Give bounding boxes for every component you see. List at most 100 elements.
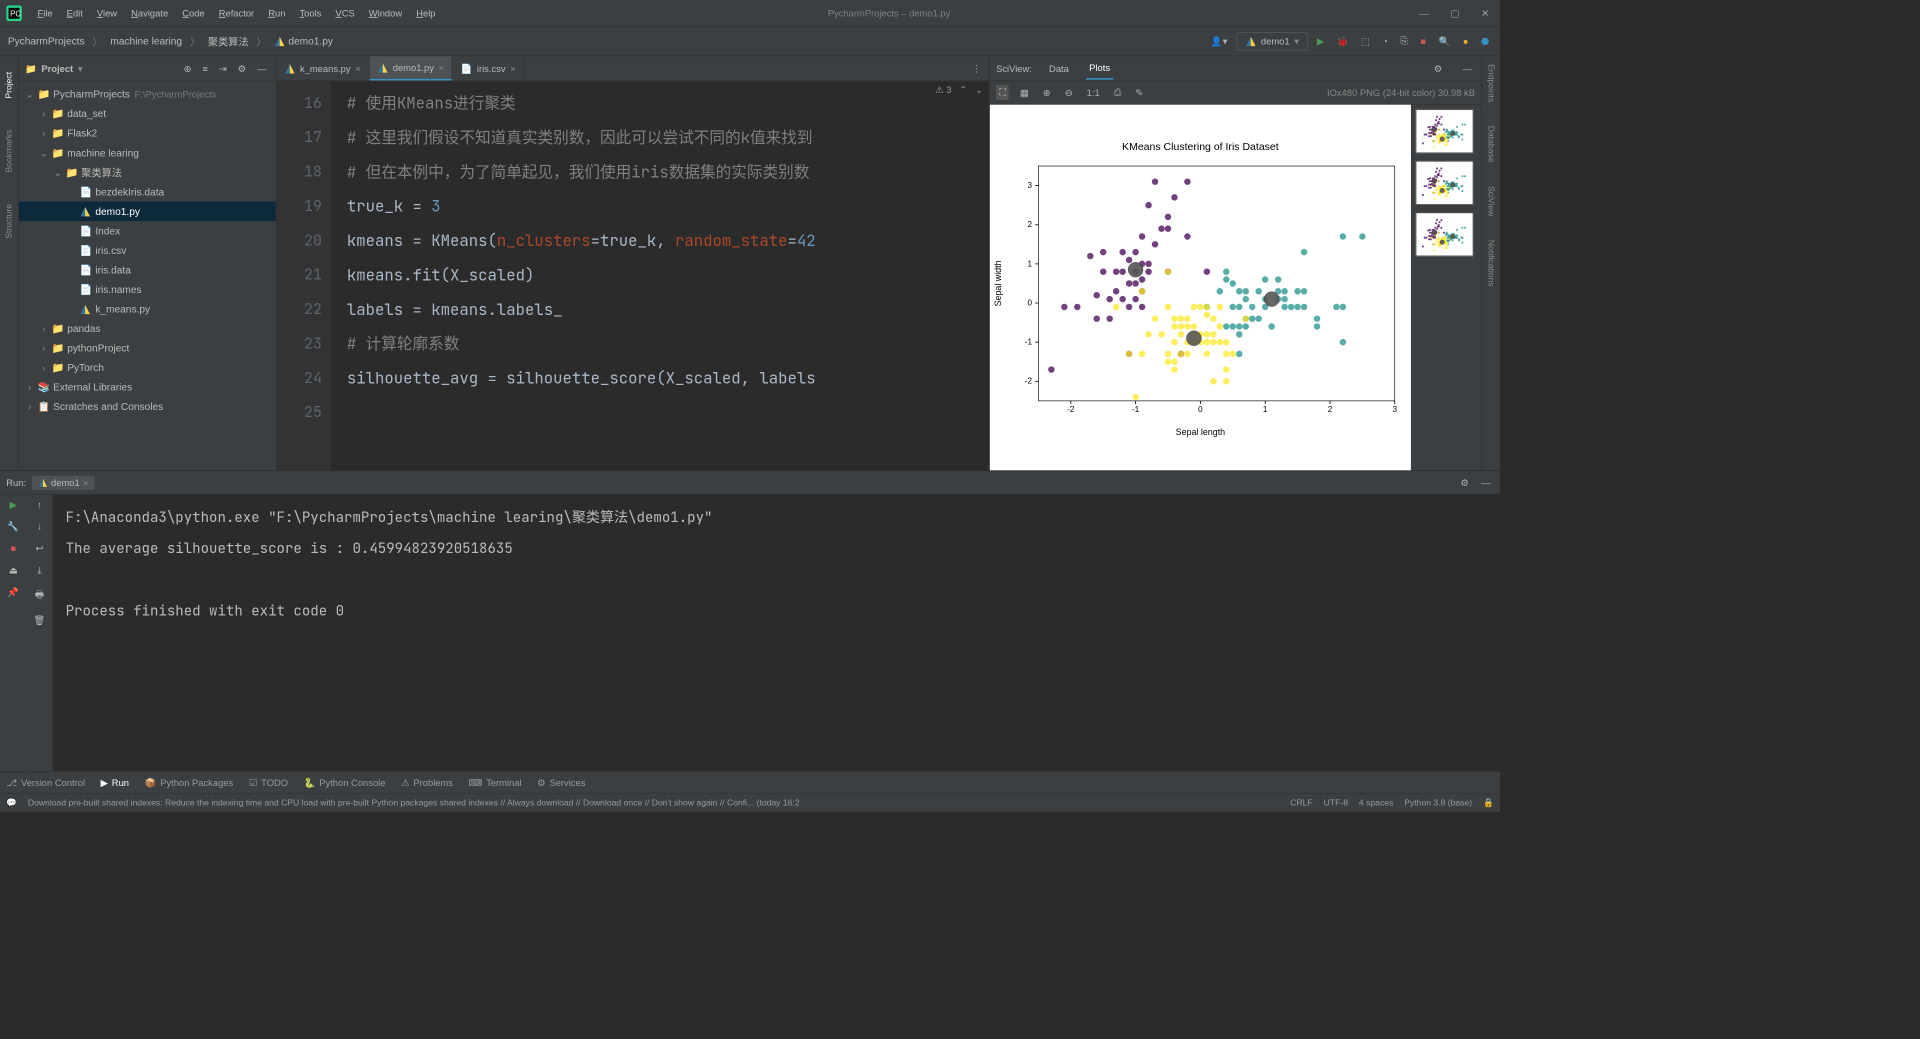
export-icon[interactable]: ⎙: [1111, 85, 1125, 100]
profile-icon[interactable]: ◔: [1379, 34, 1391, 48]
sciview-tab-plots[interactable]: Plots: [1086, 57, 1113, 79]
grid-icon[interactable]: ▦: [1017, 86, 1032, 100]
menu-code[interactable]: Code: [176, 4, 211, 21]
tree-node-External-Libraries[interactable]: ›📚External Libraries: [19, 377, 276, 397]
ide-hex-icon[interactable]: ⬣: [1478, 34, 1492, 48]
actual-size-icon[interactable]: 1:1: [1083, 86, 1102, 100]
menu-refactor[interactable]: Refactor: [212, 4, 260, 21]
fit-icon[interactable]: ⛶: [996, 85, 1009, 100]
hide-icon[interactable]: —: [1478, 475, 1494, 489]
lock-icon[interactable]: 🔒: [1483, 798, 1494, 808]
tree-node-iris-names[interactable]: 📄iris.names: [19, 280, 276, 300]
status-indent[interactable]: 4 spaces: [1359, 798, 1393, 807]
sciview-tab-data[interactable]: Data: [1046, 58, 1072, 78]
plot-thumbnail[interactable]: [1416, 213, 1474, 257]
status-crlf[interactable]: CRLF: [1290, 798, 1312, 807]
settings-icon[interactable]: ⚙: [235, 61, 250, 75]
locate-icon[interactable]: ⊕: [181, 61, 195, 75]
rerun-icon[interactable]: ▶: [10, 499, 17, 510]
coverage-icon[interactable]: ⬚: [1358, 34, 1373, 48]
exit-icon[interactable]: ⏏: [9, 565, 18, 576]
debug-button-icon[interactable]: 🐞: [1334, 34, 1352, 48]
clear-icon[interactable]: 🗑: [33, 615, 45, 626]
tree-node-Index[interactable]: 📄Index: [19, 221, 276, 241]
bottom-tab-problems[interactable]: ⚠Problems: [401, 777, 453, 788]
tree-node-demo1-py[interactable]: demo1.py: [19, 202, 276, 222]
tree-node-pythonProject[interactable]: ›📁pythonProject: [19, 338, 276, 358]
search-icon[interactable]: 🔍: [1435, 34, 1453, 48]
bottom-tab-services[interactable]: ⚙Services: [537, 777, 585, 788]
tool-database[interactable]: Database: [1486, 126, 1495, 163]
print-icon[interactable]: 🖶: [35, 588, 44, 604]
tool-structure[interactable]: Structure: [4, 204, 13, 239]
gear-icon[interactable]: ⚙: [1431, 61, 1446, 75]
tool-bookmarks[interactable]: Bookmarks: [4, 130, 13, 173]
maximize-icon[interactable]: ▢: [1446, 6, 1464, 20]
down-icon[interactable]: ↓: [37, 521, 42, 532]
run-tab[interactable]: demo1 ×: [32, 475, 94, 489]
tree-node-machine-learing[interactable]: ⌄📁machine learing: [19, 143, 276, 163]
tree-node-PycharmProjects[interactable]: ⌄📁PycharmProjectsF:\PycharmProjects: [19, 84, 276, 104]
status-interpreter[interactable]: Python 3.8 (base): [1404, 798, 1472, 807]
editor-tab-iris.csv[interactable]: 📄iris.csv×: [453, 56, 525, 80]
status-icon[interactable]: 💬: [6, 798, 17, 808]
bottom-tab-terminal[interactable]: ⌨Terminal: [469, 777, 522, 788]
plot-thumbnail[interactable]: [1416, 161, 1474, 205]
soft-wrap-icon[interactable]: ↩: [36, 543, 44, 554]
hide-icon[interactable]: —: [254, 61, 270, 75]
collapse-all-icon[interactable]: ⇥: [216, 61, 230, 75]
bottom-tab-python-console[interactable]: 🐍Python Console: [304, 777, 386, 788]
bottom-tab-run[interactable]: ▶Run: [101, 777, 129, 788]
expand-all-icon[interactable]: ≡: [199, 61, 211, 75]
breadcrumb-item[interactable]: PycharmProjects: [8, 35, 85, 47]
menu-file[interactable]: File: [31, 4, 59, 21]
bottom-tab-todo[interactable]: ☑TODO: [249, 777, 288, 788]
close-icon[interactable]: ✕: [1477, 6, 1494, 20]
menu-navigate[interactable]: Navigate: [125, 4, 175, 21]
tool-notifications[interactable]: Notifications: [1486, 240, 1495, 287]
zoom-out-icon[interactable]: ⊖: [1062, 86, 1076, 100]
tabs-more-icon[interactable]: ⋮: [964, 56, 989, 80]
menu-vcs[interactable]: VCS: [329, 4, 361, 21]
plot-canvas[interactable]: KMeans Clustering of Iris Dataset-2-1012…: [990, 105, 1411, 471]
run-button-icon[interactable]: ▶: [1314, 34, 1327, 48]
tree-node-PyTorch[interactable]: ›📁PyTorch: [19, 358, 276, 378]
breadcrumb-item[interactable]: 聚类算法: [208, 34, 249, 49]
menu-edit[interactable]: Edit: [60, 4, 89, 21]
color-picker-icon[interactable]: ✎: [1132, 86, 1146, 100]
bottom-tab-python-packages[interactable]: 📦Python Packages: [145, 777, 234, 788]
pin-icon[interactable]: 📌: [7, 587, 19, 598]
menu-tools[interactable]: Tools: [293, 4, 327, 21]
breadcrumb-item[interactable]: machine learing: [110, 35, 182, 47]
editor-inspections[interactable]: ⚠ 3 ⌃⌄: [935, 84, 983, 95]
menu-run[interactable]: Run: [262, 4, 292, 21]
status-encoding[interactable]: UTF-8: [1324, 798, 1348, 807]
tree-node-data_set[interactable]: ›📁data_set: [19, 104, 276, 124]
modify-run-icon[interactable]: 🔧: [7, 521, 19, 532]
breadcrumb-item[interactable]: demo1.py: [274, 35, 333, 47]
tree-node-iris-csv[interactable]: 📄iris.csv: [19, 241, 276, 261]
run-configuration-selector[interactable]: demo1 ▾: [1237, 32, 1308, 51]
tree-node-Scratches-and-Consoles[interactable]: ›📋Scratches and Consoles: [19, 397, 276, 417]
editor-tab-demo1.py[interactable]: demo1.py×: [369, 56, 452, 80]
editor-tab-k_means.py[interactable]: k_means.py×: [277, 56, 370, 80]
attach-icon[interactable]: ⎘: [1397, 34, 1411, 49]
tree-node-k_means-py[interactable]: k_means.py: [19, 299, 276, 319]
tree-node-Flask2[interactable]: ›📁Flask2: [19, 123, 276, 143]
scroll-end-icon[interactable]: ⤓: [37, 565, 41, 577]
stop-icon[interactable]: ■: [10, 543, 16, 554]
hide-icon[interactable]: —: [1459, 61, 1475, 75]
stop-icon[interactable]: ■: [1417, 34, 1429, 48]
zoom-in-icon[interactable]: ⊕: [1040, 86, 1054, 100]
tool-project[interactable]: Project: [4, 72, 13, 99]
run-output[interactable]: F:\Anaconda3\python.exe "F:\PycharmProje…: [53, 495, 1500, 772]
tree-node-iris-data[interactable]: 📄iris.data: [19, 260, 276, 280]
ide-updates-icon[interactable]: ●: [1460, 34, 1472, 48]
status-message[interactable]: Download pre-built shared indexes: Reduc…: [28, 798, 1279, 807]
tool-sciview[interactable]: SciView: [1486, 186, 1495, 216]
user-icon[interactable]: 👤▾: [1208, 34, 1231, 48]
minimize-icon[interactable]: —: [1415, 6, 1434, 20]
menu-view[interactable]: View: [91, 4, 124, 21]
tree-node--[interactable]: ⌄📁聚类算法: [19, 163, 276, 183]
plot-thumbnail[interactable]: [1416, 109, 1474, 153]
